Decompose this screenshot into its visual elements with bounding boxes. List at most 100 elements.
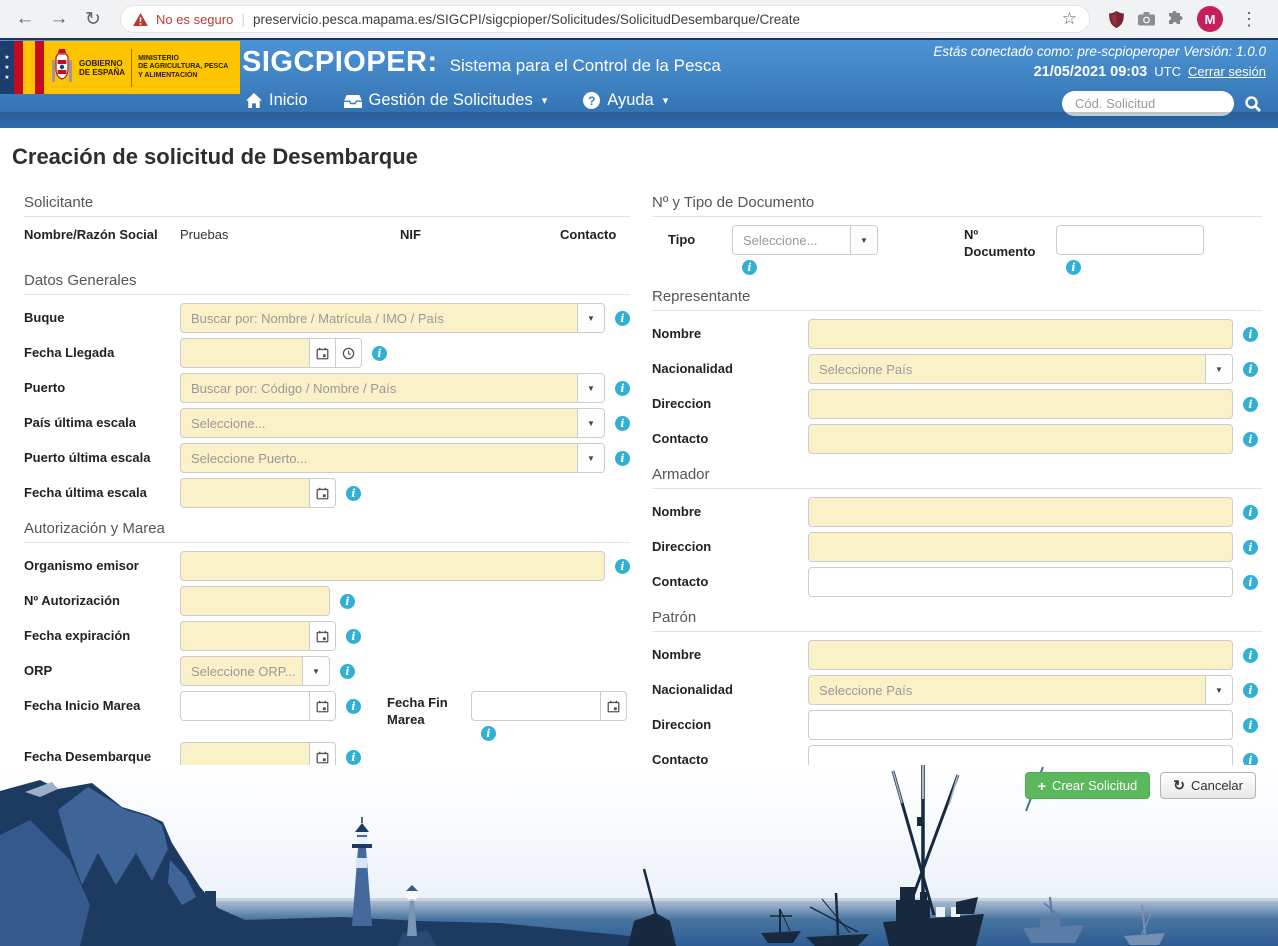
info-icon[interactable]: i: [1243, 362, 1258, 377]
armador-direccion-input[interactable]: [808, 532, 1233, 562]
browser-menu-icon[interactable]: ⋮: [1236, 9, 1262, 30]
clock-icon[interactable]: [335, 338, 362, 368]
info-icon[interactable]: i: [340, 594, 355, 609]
gobierno-logo[interactable]: ★ ★ ★ GOBIERNO DE ESPAÑA MINISTERI: [0, 41, 240, 94]
organismo-emisor-input[interactable]: [180, 551, 605, 581]
camera-icon[interactable]: [1138, 12, 1155, 26]
info-icon[interactable]: i: [615, 416, 630, 431]
fecha-ultima-escala-row: Fecha última escala i: [12, 478, 630, 508]
pais-ultima-escala-label: País última escala: [24, 408, 180, 430]
profile-avatar[interactable]: M: [1197, 6, 1223, 32]
representante-nombre-label: Nombre: [652, 319, 808, 341]
calendar-icon[interactable]: [309, 338, 336, 368]
info-icon[interactable]: i: [1243, 683, 1258, 698]
chevron-down-icon[interactable]: ▼: [850, 226, 877, 254]
chevron-down-icon[interactable]: ▼: [577, 409, 604, 437]
info-icon[interactable]: i: [1243, 505, 1258, 520]
info-icon[interactable]: i: [1243, 327, 1258, 342]
info-icon[interactable]: i: [1243, 432, 1258, 447]
footer-illustration: + Crear Solicitud ↻ Cancelar: [0, 765, 1278, 946]
info-icon[interactable]: i: [1243, 648, 1258, 663]
reload-icon[interactable]: ↻: [80, 8, 106, 31]
calendar-icon[interactable]: [309, 691, 336, 721]
chevron-down-icon[interactable]: ▼: [1205, 676, 1232, 704]
nav-inicio-label: Inicio: [269, 91, 308, 110]
representante-contacto-row: Contacto i: [640, 424, 1262, 454]
adblock-shield-icon[interactable]: [1108, 11, 1125, 28]
url-divider: |: [241, 11, 245, 27]
numero-documento-input[interactable]: [1056, 225, 1204, 255]
fecha-expiracion-input[interactable]: [180, 621, 310, 651]
session-datetime: 21/05/2021 09:03: [1034, 64, 1148, 80]
num-autorizacion-input[interactable]: [180, 586, 330, 616]
info-icon[interactable]: i: [1243, 718, 1258, 733]
nav-item-gestion-solicitudes[interactable]: Gestión de Solicitudes ▾: [344, 91, 548, 110]
security-warning[interactable]: No es seguro: [156, 12, 233, 27]
representante-nacionalidad-select[interactable]: Seleccione País ▼: [808, 354, 1233, 384]
info-icon[interactable]: i: [615, 559, 630, 574]
nav-item-inicio[interactable]: Inicio: [246, 91, 308, 110]
info-icon[interactable]: i: [1243, 575, 1258, 590]
left-column: Solicitante Nombre/Razón Social Pruebas …: [12, 182, 630, 777]
chevron-down-icon[interactable]: ▼: [1205, 355, 1232, 383]
section-datos-generales: Datos Generales: [24, 272, 630, 295]
calendar-icon[interactable]: [309, 621, 336, 651]
puerto-select[interactable]: Buscar por: Código / Nombre / País ▼: [180, 373, 605, 403]
info-icon[interactable]: i: [346, 750, 361, 765]
info-icon[interactable]: i: [615, 451, 630, 466]
forward-icon[interactable]: →: [46, 8, 72, 30]
info-icon[interactable]: i: [481, 726, 496, 741]
info-icon[interactable]: i: [1243, 397, 1258, 412]
info-icon[interactable]: i: [346, 486, 361, 501]
spain-flag-red: [35, 41, 44, 94]
calendar-icon[interactable]: [600, 691, 627, 721]
nav-item-ayuda[interactable]: ? Ayuda ▾: [583, 91, 668, 110]
info-icon[interactable]: i: [346, 699, 361, 714]
calendar-icon[interactable]: [309, 478, 336, 508]
info-icon[interactable]: i: [372, 346, 387, 361]
armador-contacto-input[interactable]: [808, 567, 1233, 597]
search-icon[interactable]: [1244, 95, 1262, 113]
info-icon[interactable]: i: [346, 629, 361, 644]
orp-label: ORP: [24, 656, 180, 678]
back-icon[interactable]: ←: [12, 8, 38, 30]
chevron-down-icon[interactable]: ▼: [302, 657, 329, 685]
info-icon[interactable]: i: [1066, 260, 1081, 275]
tipo-select[interactable]: Seleccione... ▼: [732, 225, 878, 255]
fecha-fin-marea-input[interactable]: [471, 691, 601, 721]
info-icon[interactable]: i: [340, 664, 355, 679]
chevron-down-icon[interactable]: ▼: [577, 444, 604, 472]
representante-contacto-input[interactable]: [808, 424, 1233, 454]
extension-icons: M ⋮: [1104, 6, 1266, 32]
fecha-llegada-input[interactable]: [180, 338, 310, 368]
fecha-inicio-marea-input[interactable]: [180, 691, 310, 721]
app-header: ★ ★ ★ GOBIERNO DE ESPAÑA MINISTERI: [0, 38, 1278, 128]
representante-direccion-input[interactable]: [808, 389, 1233, 419]
patron-direccion-input[interactable]: [808, 710, 1233, 740]
extensions-puzzle-icon[interactable]: [1168, 11, 1184, 27]
patron-nacionalidad-select[interactable]: Seleccione País ▼: [808, 675, 1233, 705]
chevron-down-icon[interactable]: ▼: [577, 374, 604, 402]
footer-actions: + Crear Solicitud ↻ Cancelar: [1025, 772, 1256, 799]
crear-solicitud-button[interactable]: + Crear Solicitud: [1025, 772, 1150, 799]
info-icon[interactable]: i: [615, 381, 630, 396]
patron-contacto-label: Contacto: [652, 745, 808, 767]
info-icon[interactable]: i: [615, 311, 630, 326]
logout-link[interactable]: Cerrar sesión: [1188, 64, 1266, 79]
cancelar-button[interactable]: ↻ Cancelar: [1160, 772, 1256, 799]
url-text[interactable]: preservicio.pesca.mapama.es/SIGCPI/sigcp…: [253, 12, 1054, 27]
puerto-ultima-escala-select[interactable]: Seleccione Puerto... ▼: [180, 443, 605, 473]
bookmark-star-icon[interactable]: ☆: [1062, 9, 1077, 29]
info-icon[interactable]: i: [742, 260, 757, 275]
address-bar[interactable]: No es seguro | preservicio.pesca.mapama.…: [120, 5, 1090, 33]
chevron-down-icon[interactable]: ▼: [577, 304, 604, 332]
fecha-ultima-escala-input[interactable]: [180, 478, 310, 508]
orp-select[interactable]: Seleccione ORP... ▼: [180, 656, 330, 686]
patron-nombre-input[interactable]: [808, 640, 1233, 670]
representante-nombre-input[interactable]: [808, 319, 1233, 349]
buque-select[interactable]: Buscar por: Nombre / Matrícula / IMO / P…: [180, 303, 605, 333]
pais-ultima-escala-select[interactable]: Seleccione... ▼: [180, 408, 605, 438]
armador-nombre-input[interactable]: [808, 497, 1233, 527]
info-icon[interactable]: i: [1243, 540, 1258, 555]
ministry-logo-box: GOBIERNO DE ESPAÑA MINISTERIO DE AGRICUL…: [44, 41, 240, 94]
